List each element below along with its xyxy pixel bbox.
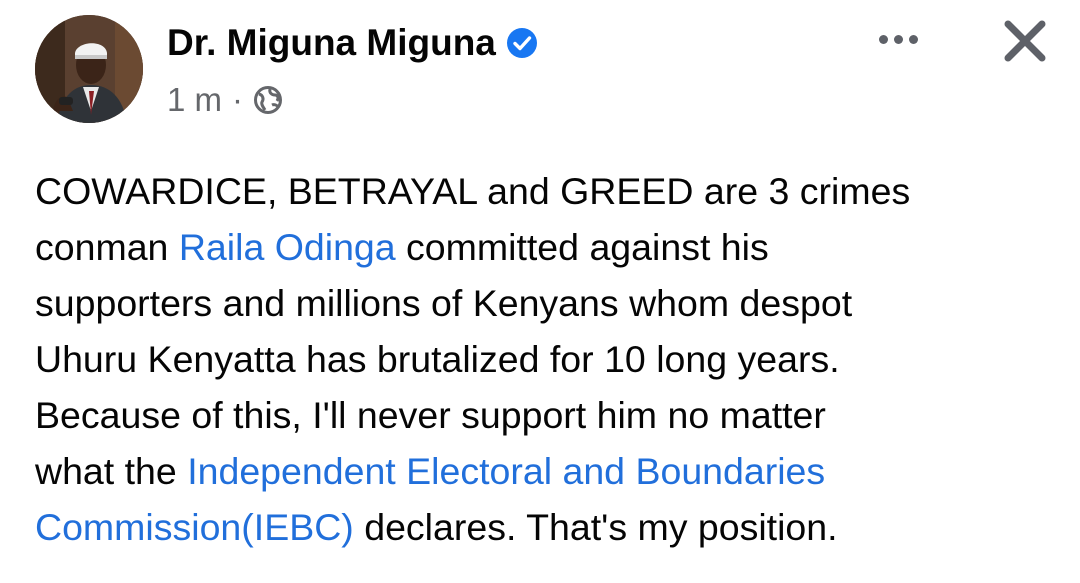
mention-link[interactable]: Raila Odinga: [179, 226, 396, 268]
close-icon: [1004, 20, 1046, 62]
post-text-segment: Uhuru Kenyatta has brutalized for 10 lon…: [35, 338, 840, 380]
facebook-post: Dr. Miguna Miguna 1 m · COWARDICE, BETRA…: [0, 0, 1080, 583]
post-text-line: Commission(IEBC) declares. That's my pos…: [35, 499, 1055, 555]
post-text-segment: COWARDICE, BETRAYAL and GREED are 3 crim…: [35, 170, 911, 212]
meta-separator: ·: [232, 81, 244, 118]
post-timestamp[interactable]: 1 m: [167, 81, 222, 119]
post-text-segment: what the: [35, 450, 188, 492]
post-text-line: Because of this, I'll never support him …: [35, 387, 1055, 443]
post-text-segment: conman: [35, 226, 179, 268]
post-body: COWARDICE, BETRAYAL and GREED are 3 crim…: [35, 163, 1055, 555]
mention-link[interactable]: Commission(IEBC): [35, 506, 354, 548]
more-options-button[interactable]: [868, 22, 928, 56]
post-text-segment: supporters and millions of Kenyans whom …: [35, 282, 853, 324]
post-text-line: what the Independent Electoral and Bound…: [35, 443, 1055, 499]
ellipsis-icon: [878, 34, 888, 44]
author-name[interactable]: Dr. Miguna Miguna: [167, 22, 496, 64]
close-button[interactable]: [998, 14, 1052, 68]
post-text-segment: Because of this, I'll never support him …: [35, 394, 826, 436]
post-text-line: COWARDICE, BETRAYAL and GREED are 3 crim…: [35, 163, 1055, 219]
post-text-line: Uhuru Kenyatta has brutalized for 10 lon…: [35, 331, 1055, 387]
avatar-photo: [35, 15, 143, 123]
mention-link[interactable]: Independent Electoral and Boundaries: [187, 450, 825, 492]
post-text-line: conman Raila Odinga committed against hi…: [35, 219, 1055, 275]
ellipsis-dot: [908, 34, 918, 44]
post-meta: 1 m ·: [167, 80, 283, 120]
author-avatar[interactable]: [35, 15, 143, 123]
globe-icon[interactable]: [253, 85, 283, 115]
ellipsis-dot: [893, 34, 903, 44]
author-row: Dr. Miguna Miguna: [167, 18, 538, 68]
post-text-segment: declares. That's my position.: [353, 506, 838, 548]
post-text-segment: committed against his: [395, 226, 769, 268]
post-text-line: supporters and millions of Kenyans whom …: [35, 275, 1055, 331]
verified-badge-icon: [506, 27, 538, 59]
